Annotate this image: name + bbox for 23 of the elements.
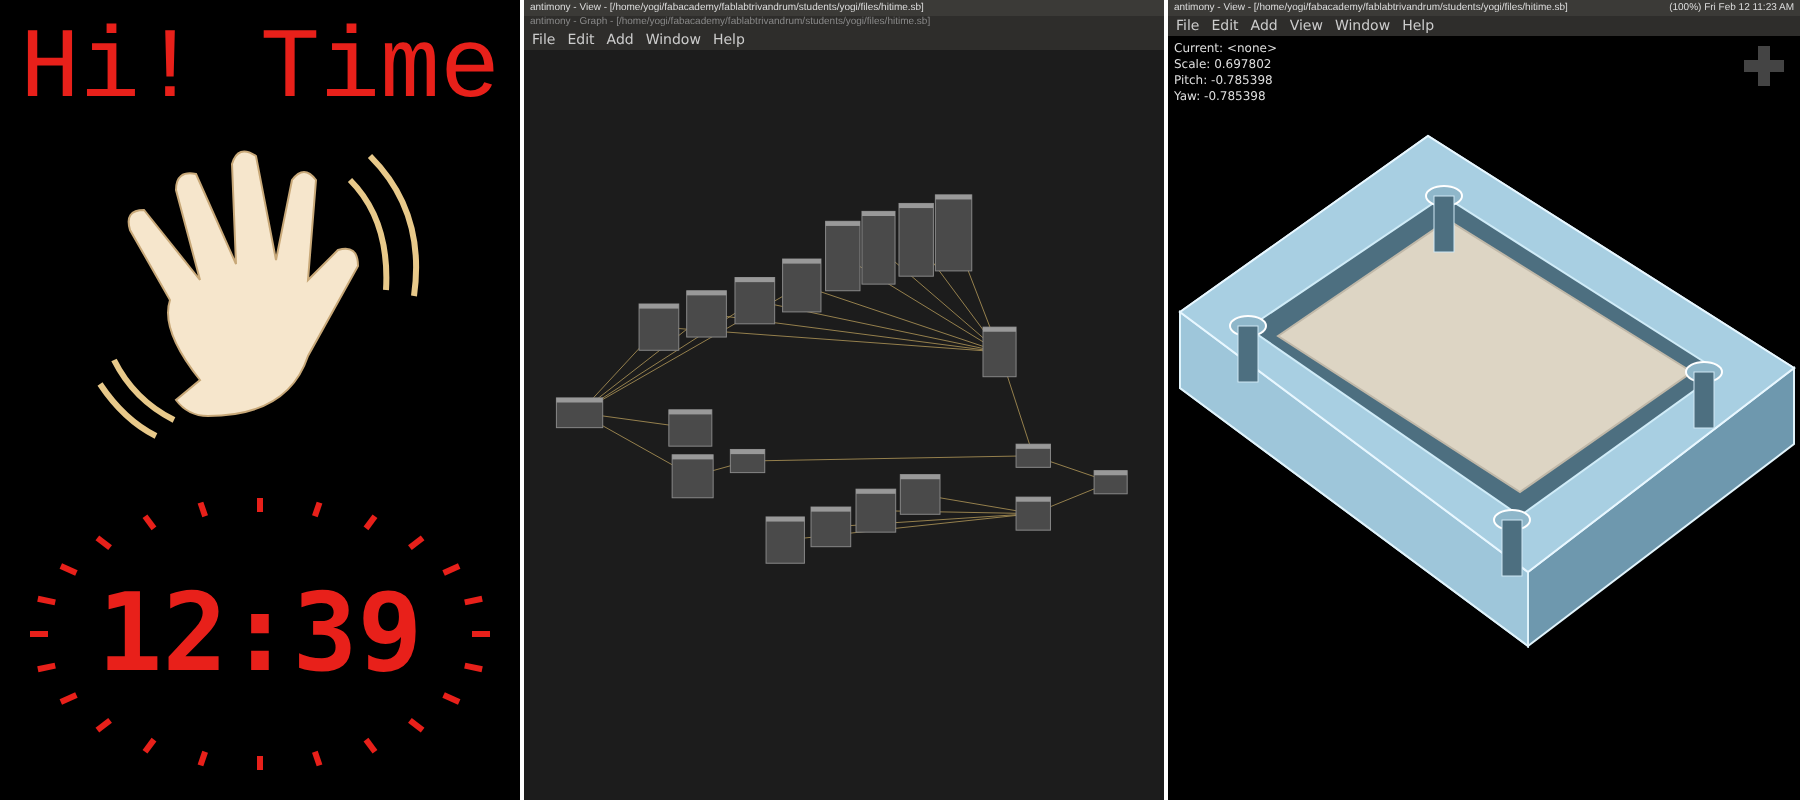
graph-node[interactable] xyxy=(855,488,897,533)
graph-node[interactable] xyxy=(1093,470,1128,495)
graph-node[interactable] xyxy=(825,220,861,292)
graph-node[interactable] xyxy=(765,516,805,564)
axis-cross-icon xyxy=(1744,46,1784,86)
graph-node[interactable] xyxy=(899,474,941,515)
graph-node[interactable] xyxy=(861,210,896,285)
graph-node[interactable] xyxy=(810,506,852,548)
graph-node[interactable] xyxy=(671,454,714,499)
graph-node[interactable] xyxy=(934,194,973,272)
digital-clock: 12:39 xyxy=(97,580,423,688)
graph-node[interactable] xyxy=(668,409,713,447)
graph-node[interactable] xyxy=(555,397,604,429)
graph-node[interactable] xyxy=(686,290,727,338)
graph-node[interactable] xyxy=(982,326,1017,378)
graph-node[interactable] xyxy=(782,258,822,313)
app-title: Hi! Time xyxy=(19,12,501,132)
graph-node[interactable] xyxy=(729,448,766,474)
graph-node[interactable] xyxy=(1015,443,1051,468)
graph-node[interactable] xyxy=(638,303,680,351)
graph-node[interactable] xyxy=(1015,496,1051,531)
graph-node[interactable] xyxy=(898,202,934,277)
graph-node[interactable] xyxy=(734,277,776,325)
